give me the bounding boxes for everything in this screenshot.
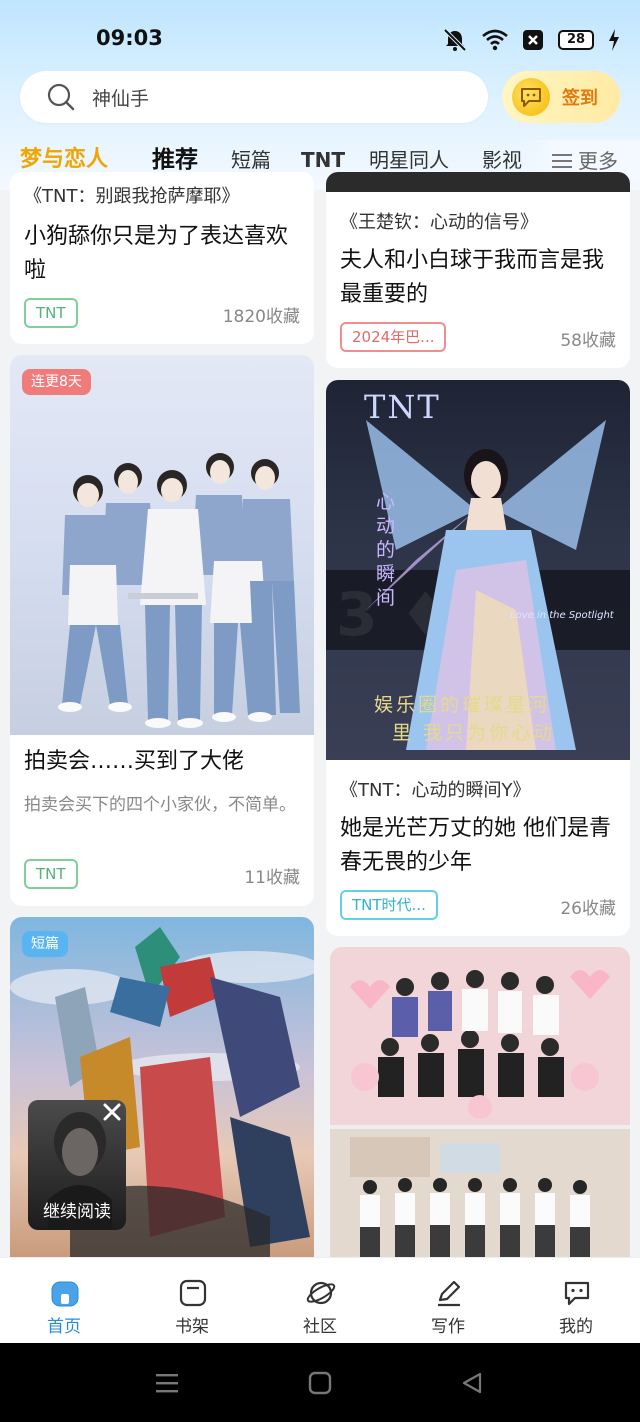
signin-coin-icon (512, 78, 550, 116)
cover-title-tnt: TNT (364, 388, 441, 426)
search-icon (47, 83, 75, 111)
card-cover-image (326, 172, 630, 192)
card-cover-image: 3 ♦ T TNT 心动的瞬间 Love in the Spotlight 娱乐… (326, 380, 630, 760)
wifi-icon (482, 29, 508, 51)
card-collect-count: 1820收藏 (222, 307, 300, 327)
card-book-ref: 《TNT：心动的瞬间Y》 (340, 780, 531, 801)
card-collect-count: 11收藏 (244, 868, 300, 888)
card-title: 小狗舔你只是为了表达喜欢啦 (24, 224, 289, 283)
feed-card[interactable]: 《王楚钦：心动的信号》 夫人和小白球于我而言是我最重要的 2024年巴... 5… (326, 172, 630, 368)
search-input[interactable]: 神仙手 (20, 71, 488, 123)
charging-bolt-icon (609, 29, 619, 51)
cover-side-text: 心动的瞬间 (376, 491, 396, 609)
chat-bubble-icon (564, 1281, 590, 1306)
mute-bell-icon (443, 28, 467, 52)
close-icon[interactable] (101, 1101, 123, 1123)
card-title: 夫人和小白球于我而言是我最重要的 (340, 248, 605, 307)
card-book-ref: 《TNT：别跟我抢萨摩耶》 (24, 186, 240, 207)
card-description: 拍卖会买下的四个小家伙，不简单。 (24, 795, 296, 815)
status-bar: 09:03 28 (0, 0, 640, 64)
cover-bottom-line-2: 里 我只为你心动 (392, 722, 556, 744)
card-collect-count: 58收藏 (560, 331, 616, 351)
card-cover-image (330, 947, 630, 1257)
card-book-ref: 《王楚钦：心动的信号》 (340, 212, 538, 233)
bottom-nav: 首页 书架 社区 写作 我的 (0, 1257, 640, 1343)
nav-community[interactable]: 社区 (280, 1258, 360, 1344)
nav-bookshelf-label: 书架 (175, 1317, 209, 1337)
nav-home-label: 首页 (47, 1317, 81, 1337)
card-collect-count: 26收藏 (560, 899, 616, 919)
menu-icon (552, 154, 572, 168)
card-badge: 连更8天 (22, 369, 91, 395)
card-tag[interactable]: TNT (24, 859, 78, 889)
status-time: 09:03 (96, 26, 163, 50)
nav-bookshelf[interactable]: 书架 (152, 1258, 232, 1344)
signin-label: 签到 (562, 88, 598, 109)
pen-icon (438, 1280, 461, 1307)
cover-bottom-line-1: 娱乐圈的璀璨星河 (374, 694, 551, 716)
feed-card[interactable]: 《TNT：别跟我抢萨摩耶》 小狗舔你只是为了表达喜欢啦 TNT 1820收藏 (10, 172, 314, 344)
home-button-icon[interactable] (308, 1371, 332, 1395)
sim-x-icon (523, 30, 543, 50)
status-icons: 28 (442, 28, 620, 52)
search-placeholder: 神仙手 (92, 87, 150, 110)
signin-button[interactable]: 签到 (502, 71, 620, 123)
home-icon (51, 1281, 79, 1307)
card-tag[interactable]: 2024年巴... (340, 322, 447, 352)
nav-mine-label: 我的 (559, 1317, 593, 1337)
feed-card[interactable]: 3 ♦ T TNT 心动的瞬间 Love in the Spotlight 娱乐… (326, 380, 630, 936)
battery-indicator: 28 (558, 30, 594, 50)
nav-write[interactable]: 写作 (408, 1258, 488, 1344)
card-tag[interactable]: TNT时代... (340, 890, 438, 920)
recent-apps-icon[interactable] (154, 1371, 180, 1395)
nav-write-label: 写作 (431, 1317, 465, 1337)
card-badge: 短篇 (22, 931, 68, 957)
bookshelf-icon (179, 1279, 207, 1307)
card-cover-image (10, 355, 314, 735)
card-title: 她是光芒万丈的她 他们是青春无畏的少年 (340, 816, 611, 875)
nav-community-label: 社区 (303, 1317, 337, 1337)
continue-reading-label: 继续阅读 (43, 1202, 111, 1222)
card-title: 拍卖会……买到了大佬 (24, 749, 245, 774)
nav-mine[interactable]: 我的 (536, 1258, 616, 1344)
system-nav-bar (0, 1343, 640, 1422)
nav-home[interactable]: 首页 (24, 1258, 104, 1344)
back-icon[interactable] (460, 1371, 484, 1395)
feed-card[interactable] (330, 947, 630, 1257)
planet-icon (306, 1281, 336, 1305)
feed-card[interactable]: 连更8天 拍卖会……买到了大佬 拍卖会买下的四个小家伙，不简单。 TNT 11收… (10, 355, 314, 906)
card-tag[interactable]: TNT (24, 298, 78, 328)
cover-small-text: Love in the Spotlight (510, 610, 614, 621)
